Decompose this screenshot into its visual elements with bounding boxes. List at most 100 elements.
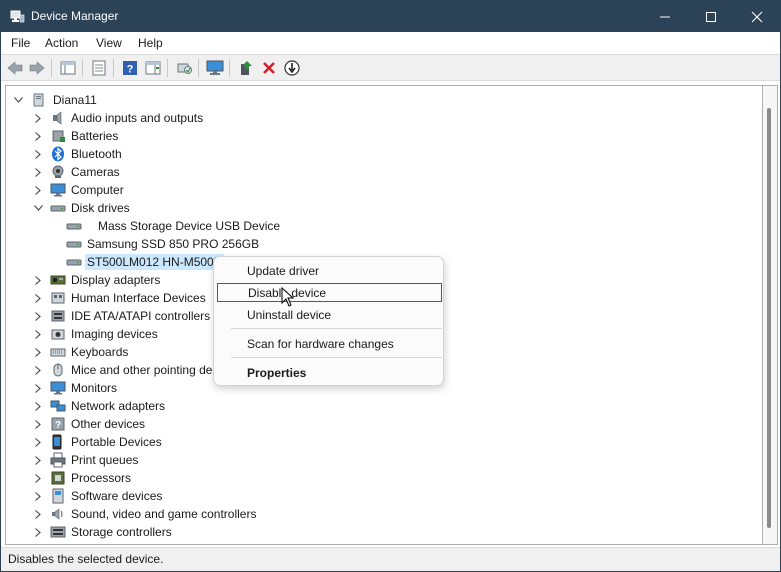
keyboard-icon: [50, 344, 66, 360]
disk-item-label: Mass Storage Device USB Device: [98, 219, 281, 233]
expand-chevron-icon[interactable]: [32, 163, 44, 181]
tree-category[interactable]: Audio inputs and outputs: [32, 109, 203, 127]
tree-category-label: Audio inputs and outputs: [71, 111, 204, 125]
tree-category[interactable]: Processors: [32, 469, 131, 487]
expand-chevron-icon[interactable]: [32, 127, 44, 145]
expand-chevron-icon[interactable]: [32, 145, 44, 163]
tree-category-label: Software devices: [71, 489, 163, 503]
disk-drive-icon: [50, 200, 66, 216]
disable-icon[interactable]: [282, 58, 302, 78]
scrollbar-thumb[interactable]: [767, 108, 771, 528]
expand-chevron-icon[interactable]: [32, 523, 44, 541]
uninstall-device-menu-item[interactable]: Uninstall device: [217, 305, 442, 324]
back-icon[interactable]: [5, 58, 25, 78]
minimize-button[interactable]: [642, 1, 688, 32]
menu-separator: [231, 357, 442, 358]
tree-category[interactable]: Portable Devices: [32, 433, 162, 451]
expand-chevron-icon[interactable]: [32, 397, 44, 415]
collapse-chevron-icon[interactable]: [32, 199, 44, 217]
tree-category[interactable]: Display adapters: [32, 271, 160, 289]
expand-chevron-icon[interactable]: [32, 415, 44, 433]
tree-category[interactable]: Disk drives: [32, 199, 130, 217]
tree-category[interactable]: Keyboards: [32, 343, 128, 361]
expand-chevron-icon[interactable]: [32, 289, 44, 307]
expand-chevron-icon[interactable]: [32, 271, 44, 289]
toolbar-separator: [113, 59, 114, 77]
tree-category[interactable]: Software devices: [32, 487, 162, 505]
disk-item-samsung[interactable]: Samsung SSD 850 PRO 256GB: [66, 235, 259, 253]
tree-category[interactable]: Imaging devices: [32, 325, 158, 343]
display-computer-icon[interactable]: [205, 58, 225, 78]
action-pane-icon[interactable]: [143, 58, 163, 78]
disk-item-usb[interactable]: Mass Storage Device USB Device: [66, 217, 280, 235]
menu-file[interactable]: File: [11, 36, 30, 50]
close-button[interactable]: [734, 1, 780, 32]
monitor-icon: [50, 380, 66, 396]
scan-hardware-icon[interactable]: [174, 58, 194, 78]
toolbar-separator: [167, 59, 168, 77]
scan-hardware-menu-item[interactable]: Scan for hardware changes: [217, 334, 442, 353]
title-bar[interactable]: Device Manager: [1, 1, 780, 32]
show-hide-console-tree-icon[interactable]: [58, 58, 78, 78]
expand-chevron-icon[interactable]: [32, 379, 44, 397]
tree-category[interactable]: ? Other devices: [32, 415, 145, 433]
disk-item-st500[interactable]: ST500LM012 HN-M500N: [66, 253, 225, 271]
mouse-icon: [50, 362, 66, 378]
tree-category[interactable]: Cameras: [32, 163, 120, 181]
expand-chevron-icon[interactable]: [32, 325, 44, 343]
tree-category[interactable]: Batteries: [32, 127, 118, 145]
expand-chevron-icon[interactable]: [32, 361, 44, 379]
collapse-chevron-icon[interactable]: [12, 91, 24, 109]
menu-action[interactable]: Action: [45, 36, 78, 50]
expand-chevron-icon[interactable]: [32, 343, 44, 361]
disk-item-label: ST500LM012 HN-M500N: [85, 254, 225, 270]
forward-icon[interactable]: [27, 58, 47, 78]
context-menu: Update driver Disable device Uninstall d…: [213, 256, 444, 386]
toolbar-separator: [82, 59, 83, 77]
tree-category-label: Cameras: [71, 165, 120, 179]
tree-category[interactable]: Mice and other pointing de: [32, 361, 212, 379]
tree-category[interactable]: Computer: [32, 181, 124, 199]
svg-text:?: ?: [127, 64, 134, 76]
tree-category[interactable]: Human Interface Devices: [32, 289, 206, 307]
tree-category[interactable]: IDE ATA/ATAPI controllers: [32, 307, 210, 325]
tree-root[interactable]: Diana11: [12, 91, 97, 109]
properties-icon[interactable]: [89, 58, 109, 78]
uninstall-icon[interactable]: [259, 58, 279, 78]
expand-chevron-icon[interactable]: [32, 109, 44, 127]
menu-view[interactable]: View: [96, 36, 122, 50]
tree-root-label: Diana11: [53, 93, 97, 107]
expand-chevron-icon[interactable]: [32, 505, 44, 523]
maximize-button[interactable]: [688, 1, 734, 32]
tree-category[interactable]: Sound, video and game controllers: [32, 505, 256, 523]
menu-help[interactable]: Help: [138, 36, 163, 50]
tree-category[interactable]: Storage controllers: [32, 523, 172, 541]
menu-separator: [231, 328, 442, 329]
help-icon[interactable]: ?: [120, 58, 140, 78]
device-manager-icon: [10, 9, 25, 24]
tree-category[interactable]: Monitors: [32, 379, 117, 397]
tree-category-label: Monitors: [71, 381, 118, 395]
expand-chevron-icon[interactable]: [32, 307, 44, 325]
tree-category[interactable]: Print queues: [32, 451, 138, 469]
expand-chevron-icon[interactable]: [32, 487, 44, 505]
bluetooth-icon: [50, 146, 66, 162]
tree-category-label: Other devices: [71, 417, 146, 431]
expand-chevron-icon[interactable]: [32, 451, 44, 469]
properties-menu-item[interactable]: Properties: [217, 363, 442, 382]
expand-chevron-icon[interactable]: [32, 433, 44, 451]
vertical-scrollbar[interactable]: [763, 85, 778, 545]
toolbar-separator: [229, 59, 230, 77]
update-driver-menu-item[interactable]: Update driver: [217, 261, 442, 280]
tree-category-label: Sound, video and game controllers: [71, 507, 257, 521]
monitor-icon: [50, 182, 66, 198]
tree-category[interactable]: Bluetooth: [32, 145, 122, 163]
tree-category-label: Batteries: [71, 129, 119, 143]
expand-chevron-icon[interactable]: [32, 181, 44, 199]
window-title: Device Manager: [31, 9, 119, 23]
disable-device-menu-item[interactable]: Disable device: [217, 283, 442, 302]
tree-category[interactable]: Network adapters: [32, 397, 165, 415]
update-driver-icon[interactable]: [236, 58, 256, 78]
expand-chevron-icon[interactable]: [32, 469, 44, 487]
processor-icon: [50, 470, 66, 486]
